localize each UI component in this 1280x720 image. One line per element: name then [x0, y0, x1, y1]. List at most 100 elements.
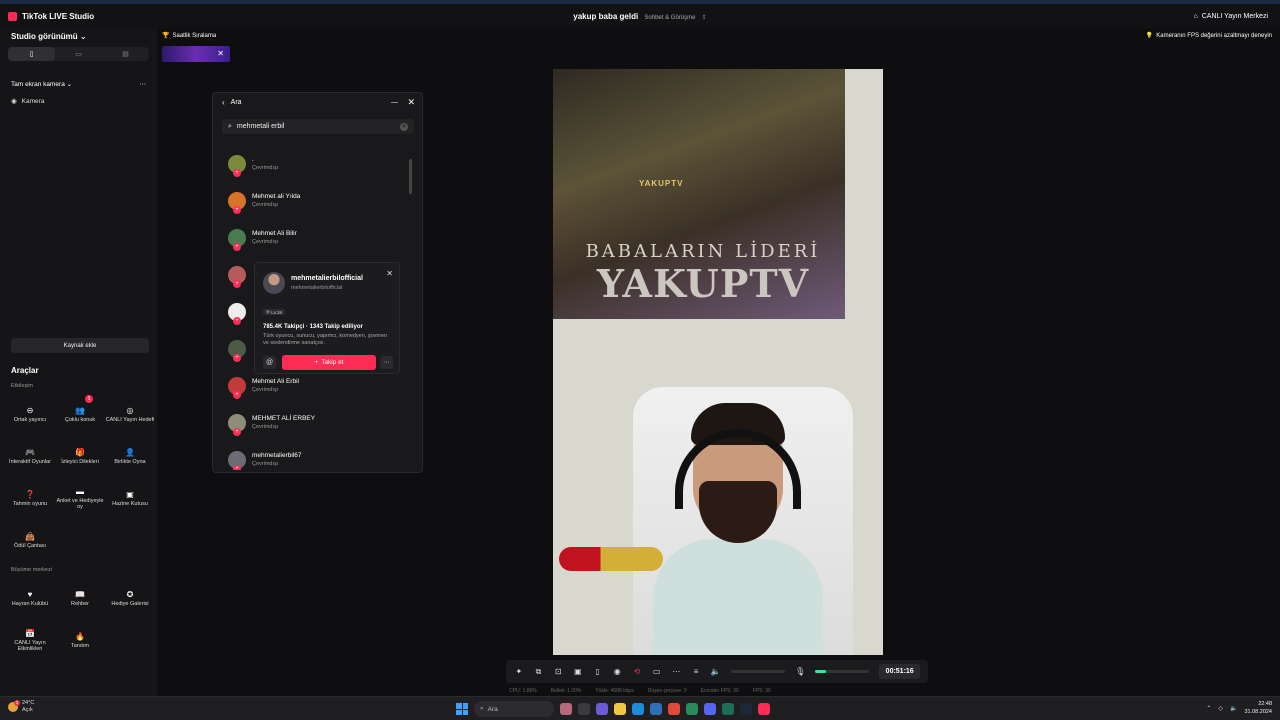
more-options-icon[interactable]: ⋯	[140, 80, 147, 88]
follow-button[interactable]: + Takip et	[282, 355, 376, 370]
tool-viewer-wishes[interactable]: 🎁 İzleyici Dilekleri	[55, 435, 105, 477]
split-view-button[interactable]: ▤	[102, 47, 149, 61]
profile-bio: Türk oyuncu, sunucu, yapımcı, komedyen, …	[263, 333, 388, 346]
mention-button[interactable]: @	[263, 356, 276, 369]
clock[interactable]: 22:48 31.08.2024	[1244, 700, 1272, 716]
chevron-down-icon: ⌄	[66, 81, 73, 88]
portrait-view-button[interactable]: ▯	[8, 47, 55, 61]
add-source-button[interactable]: Kaynak ekle	[11, 338, 149, 353]
app-icon[interactable]	[686, 703, 698, 715]
tool-treasure-box[interactable]: ▣ Hazine Kutusu	[105, 477, 155, 519]
speaker-icon[interactable]: 🔈	[711, 667, 721, 676]
avatar	[228, 450, 246, 470]
share-icon[interactable]: ⇪	[702, 14, 707, 21]
tool-fan-club[interactable]: ♥ Hayran Kulübü	[5, 577, 55, 619]
tool-live-goal[interactable]: ◎ CANLI Yayın Hedefi	[105, 393, 155, 435]
list-item[interactable]: Mehmet ali Yılda Çevrimdışı	[222, 182, 414, 219]
stream-title-text[interactable]: yakup baba geldi	[573, 12, 638, 21]
stream-timer: 00:51:16	[879, 664, 921, 679]
list-item[interactable]: MEHMET ALİ ERBEY Çevrimdışı	[222, 404, 414, 441]
file-explorer-icon[interactable]	[614, 703, 626, 715]
tool-label: Çoklu konuk	[64, 416, 96, 423]
fps-tip[interactable]: 💡 Kameranın FPS değerini azaltmayı deney…	[1146, 30, 1272, 41]
edge-icon[interactable]	[632, 703, 644, 715]
back-arrow-icon[interactable]: ‹	[222, 98, 225, 107]
tool-guide[interactable]: 📖 Rehber	[55, 577, 105, 619]
tool-gift-gallery[interactable]: ✪ Hediye Galerisi	[105, 577, 155, 619]
camera-preview[interactable]: YAKUPTV BABALARIN LİDERİ YAKUPTV	[553, 69, 883, 655]
magic-wand-icon[interactable]: ✦	[514, 667, 524, 676]
tool-prediction-game[interactable]: ❓ Tahmin oyunu	[5, 477, 55, 519]
clear-icon[interactable]: ✕	[400, 122, 408, 131]
avatar	[228, 228, 246, 251]
tool-label: İzleyici Dilekleri	[61, 458, 99, 465]
discord-icon[interactable]	[704, 703, 716, 715]
live-center-button[interactable]: ⌂ CANLI Yayın Merkezi	[1194, 4, 1269, 28]
teams-icon[interactable]	[596, 703, 608, 715]
tool-play-together[interactable]: 👤 Birlikte Oyna	[105, 435, 155, 477]
screenshot-icon[interactable]: ⊡	[553, 667, 563, 676]
record-icon[interactable]: ◉	[612, 667, 622, 676]
network-icon[interactable]: ◇	[1218, 705, 1223, 712]
task-view-icon[interactable]	[578, 703, 590, 715]
results-scrollbar[interactable]	[409, 159, 412, 194]
list-item[interactable]: . Çevrimdışı	[222, 145, 414, 182]
tool-interactive-games[interactable]: 🎮 İnteraktif Oyunlar	[5, 435, 55, 477]
landscape-view-button[interactable]: ▭	[55, 47, 102, 61]
tool-label: Hazine Kutusu	[112, 500, 148, 507]
avatar[interactable]	[263, 272, 285, 294]
windows-start-icon[interactable]	[456, 703, 468, 715]
list-item[interactable]: mehmetalierbil67 Çevrimdışı	[222, 441, 414, 470]
tool-multi-guest[interactable]: 1 👥 Çoklu konuk	[55, 393, 105, 435]
source-item-camera[interactable]: ◉ Kamera	[0, 95, 157, 107]
fps-tip-text: Kameranın FPS değerini azaltmayı deneyin	[1156, 32, 1272, 39]
scene-selector[interactable]: Tam ekran kamera ⌄ ⋯	[0, 78, 157, 90]
tool-reward-bag[interactable]: 👜 Ödül Çantası	[5, 519, 55, 561]
taskbar-search[interactable]: ⌕ Ara	[474, 701, 554, 717]
mic-level-meter[interactable]	[815, 670, 870, 673]
close-icon[interactable]: ✕	[407, 97, 415, 108]
steam-icon[interactable]	[740, 703, 752, 715]
encoder-fps-stat: Encoder FPS: 30	[700, 688, 739, 694]
store-icon[interactable]	[650, 703, 662, 715]
tiktok-live-studio-icon[interactable]	[758, 703, 770, 715]
app-icon[interactable]	[722, 703, 734, 715]
chevron-up-icon[interactable]: ⌃	[1206, 705, 1211, 712]
result-status: Çevrimdışı	[252, 239, 279, 245]
volume-slider[interactable]	[730, 670, 786, 673]
phone-icon[interactable]: ▯	[593, 667, 603, 676]
tool-live-events[interactable]: 📅 CANLI Yayın Etkinlikleri	[5, 619, 55, 661]
promo-graphic-icon: ✕	[217, 49, 224, 58]
widgets-icon[interactable]	[560, 703, 572, 715]
tool-poll[interactable]: ▬ Anket ve Hediyeyle oy	[55, 477, 105, 519]
media-icon[interactable]: ▣	[573, 667, 583, 676]
stream-category[interactable]: Sohbet & Görüşme	[644, 15, 695, 21]
studio-view-dropdown[interactable]: Studio görünümü ⌄	[0, 28, 157, 44]
more-icon[interactable]: ⋯	[672, 667, 682, 676]
microphone-icon[interactable]: 🎙	[795, 667, 805, 676]
search-input[interactable]: ⌕ mehmetali erbil ✕	[222, 119, 414, 134]
chrome-icon[interactable]	[668, 703, 680, 715]
weather-widget[interactable]: 24°CAçık	[8, 700, 34, 714]
more-options-button[interactable]: ···	[380, 356, 393, 369]
minimize-icon[interactable]: —	[391, 99, 398, 106]
layers-icon[interactable]: ⧉	[534, 667, 544, 677]
tool-promote[interactable]: 🔥 Tanıtım	[55, 619, 105, 661]
level-text: Lv.19	[271, 309, 282, 315]
settings-sliders-icon[interactable]: ≡	[691, 667, 701, 676]
hourly-ranking-tab[interactable]: 🏆 Saatlik Sıralama	[162, 30, 216, 41]
close-icon[interactable]: ✕	[386, 269, 393, 278]
profile-handle: mehmetalierbilofficial	[291, 285, 343, 291]
camera-icon[interactable]: ▭	[652, 667, 662, 676]
rotate-icon[interactable]: ⟲	[632, 667, 642, 676]
speaker-icon[interactable]: 🔈	[1230, 705, 1237, 712]
calendar-icon: 📅	[25, 628, 35, 638]
search-query[interactable]: mehmetali erbil	[237, 123, 284, 130]
list-item[interactable]: Mehmet Ali Bilir Çevrimdışı	[222, 219, 414, 256]
tool-co-host[interactable]: ⊖ Ortak yayıncı	[5, 393, 55, 435]
live-center-label: CANLI Yayın Merkezi	[1201, 12, 1268, 20]
chest-icon: ▣	[126, 489, 134, 499]
tool-label: Ödül Çantası	[13, 542, 47, 549]
promo-banner[interactable]: ✕	[162, 46, 230, 62]
home-icon: ⌂	[1193, 12, 1198, 20]
